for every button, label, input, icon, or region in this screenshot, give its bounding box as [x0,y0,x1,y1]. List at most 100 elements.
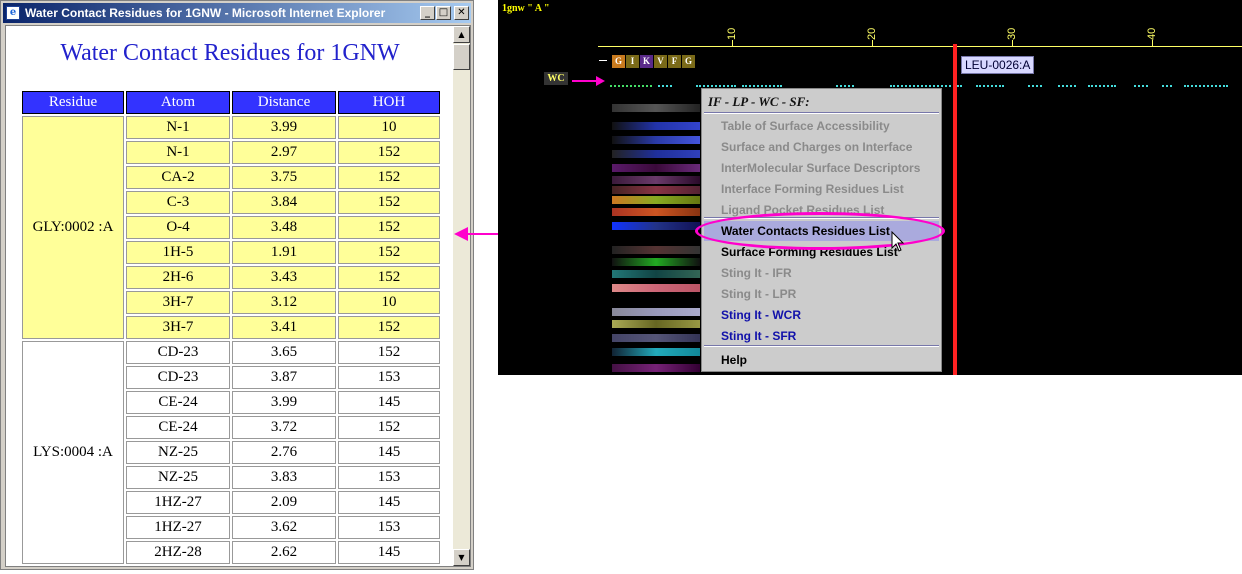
pointer-arrow-head-icon [454,227,468,241]
sequence-residue[interactable]: I [626,55,639,68]
menu-item[interactable]: Sting It - SFR [721,329,796,343]
distance-cell: 2.62 [232,541,336,564]
table-header-row: Residue Atom Distance HOH [22,91,440,114]
sequence-ruler [598,46,1242,47]
scrollbar-thumb[interactable] [453,44,470,70]
browser-window: e Water Contact Residues for 1GNW - Micr… [0,0,474,570]
atom-cell: 2H-6 [126,266,230,289]
atom-cell: NZ-25 [126,441,230,464]
minimize-button[interactable]: _ [420,6,435,20]
ruler-label: 40 [1146,27,1158,40]
menu-item[interactable]: Sting It - WCR [721,308,801,322]
hoh-cell: 152 [338,341,440,364]
atom-cell: NZ-25 [126,466,230,489]
menu-item[interactable]: Help [721,353,747,367]
ruler-tick [1012,40,1013,46]
water-contact-table: Residue Atom Distance HOH GLY:0002 :A N-1 3.9… [20,89,442,566]
wc-wave-segment [696,80,736,87]
property-strip [612,176,700,184]
distance-cell: 2.76 [232,441,336,464]
menu-header: IF - LP - WC - SF: [708,94,810,109]
sequence-viewer[interactable]: 1gnw " A " 10 20 30 40 GIKVFG WC LEU-002… [498,0,1242,375]
atom-cell: N-1 [126,141,230,164]
distance-cell: 3.48 [232,216,336,239]
wc-wave-segment [610,80,652,87]
maximize-button[interactable]: □ [436,6,451,20]
vertical-scrollbar[interactable]: ▲ ▼ [453,26,470,566]
hoh-cell: 153 [338,516,440,539]
atom-cell: C-3 [126,191,230,214]
position-cursor[interactable] [953,44,957,375]
hoh-cell: 10 [338,291,440,314]
scroll-up-button[interactable]: ▲ [453,26,470,43]
sequence-residue[interactable]: G [682,55,695,68]
sequence-residue[interactable]: F [668,55,681,68]
hoh-cell: 152 [338,241,440,264]
ruler-tick [872,40,873,46]
scroll-down-button[interactable]: ▼ [453,549,470,566]
sequence-residue[interactable]: G [612,55,625,68]
hoh-cell: 152 [338,416,440,439]
wc-arrow-head-icon [596,76,605,86]
ruler-tick [1152,40,1153,46]
menu-item: Interface Forming Residues List [721,182,904,196]
table-body: GLY:0002 :A N-1 3.99 10 N-1 2.97 152 CA-2 3.75 15… [22,116,440,564]
distance-cell: 3.75 [232,166,336,189]
ie-logo-icon: e [6,6,20,20]
distance-cell: 3.83 [232,466,336,489]
property-strip [612,136,700,144]
menu-item: Table of Surface Accessibility [721,119,890,133]
sequence-residue[interactable]: K [640,55,653,68]
distance-cell: 3.72 [232,416,336,439]
table-row: LYS:0004 :A CD-23 3.65 152 [22,341,440,564]
hoh-cell: 152 [338,266,440,289]
wc-wave-segment [658,80,672,87]
mouse-pointer-icon [891,231,905,252]
atom-cell: O-4 [126,216,230,239]
ruler-label: 30 [1006,27,1018,40]
hoh-cell: 153 [338,366,440,389]
wc-wave-segment [1184,80,1228,87]
property-strip [612,364,700,372]
distance-cell: 3.43 [232,266,336,289]
atom-cell: 1HZ-27 [126,491,230,514]
distance-cell: 3.99 [232,116,336,139]
column-header: Distance [232,91,336,114]
wc-wave-segment [1162,80,1172,87]
wc-wave-segment [1134,80,1148,87]
wc-track-label: WC [544,72,568,85]
atom-cell: 3H-7 [126,291,230,314]
page-title: Water Contact Residues for 1GNW [60,40,400,66]
distance-cell: 3.12 [232,291,336,314]
property-strip [612,284,700,292]
residue-cell: GLY:0002 :A [22,116,124,339]
ruler-tick [732,40,733,46]
atom-cell: CD-23 [126,366,230,389]
property-strip [612,196,700,204]
wc-wave-segment [1088,80,1116,87]
property-strip [612,320,700,328]
distance-cell: 3.65 [232,341,336,364]
table-row: GLY:0002 :A N-1 3.99 10 [22,116,440,339]
menu-item: InterMolecular Surface Descriptors [721,161,921,175]
property-strip [612,334,700,342]
close-button[interactable]: ✕ [454,6,469,20]
menu-separator [704,112,939,114]
wc-wave-segment [742,80,782,87]
browser-titlebar[interactable]: e Water Contact Residues for 1GNW - Micr… [3,3,471,23]
viewer-title: 1gnw " A " [502,3,550,14]
wc-wave-segment [836,80,854,87]
sequence-residue[interactable]: V [654,55,667,68]
wc-wave-segment [1028,80,1042,87]
property-strip [612,104,700,112]
hoh-cell: 152 [338,316,440,339]
atom-cell: 1HZ-27 [126,516,230,539]
hoh-cell: 152 [338,216,440,239]
menu-item: Sting It - IFR [721,266,792,280]
column-header: Atom [126,91,230,114]
sequence-start-marker [599,60,607,61]
hoh-cell: 152 [338,166,440,189]
column-header: Residue [22,91,124,114]
menu-item: Surface and Charges on Interface [721,140,913,154]
property-strip [612,164,700,172]
